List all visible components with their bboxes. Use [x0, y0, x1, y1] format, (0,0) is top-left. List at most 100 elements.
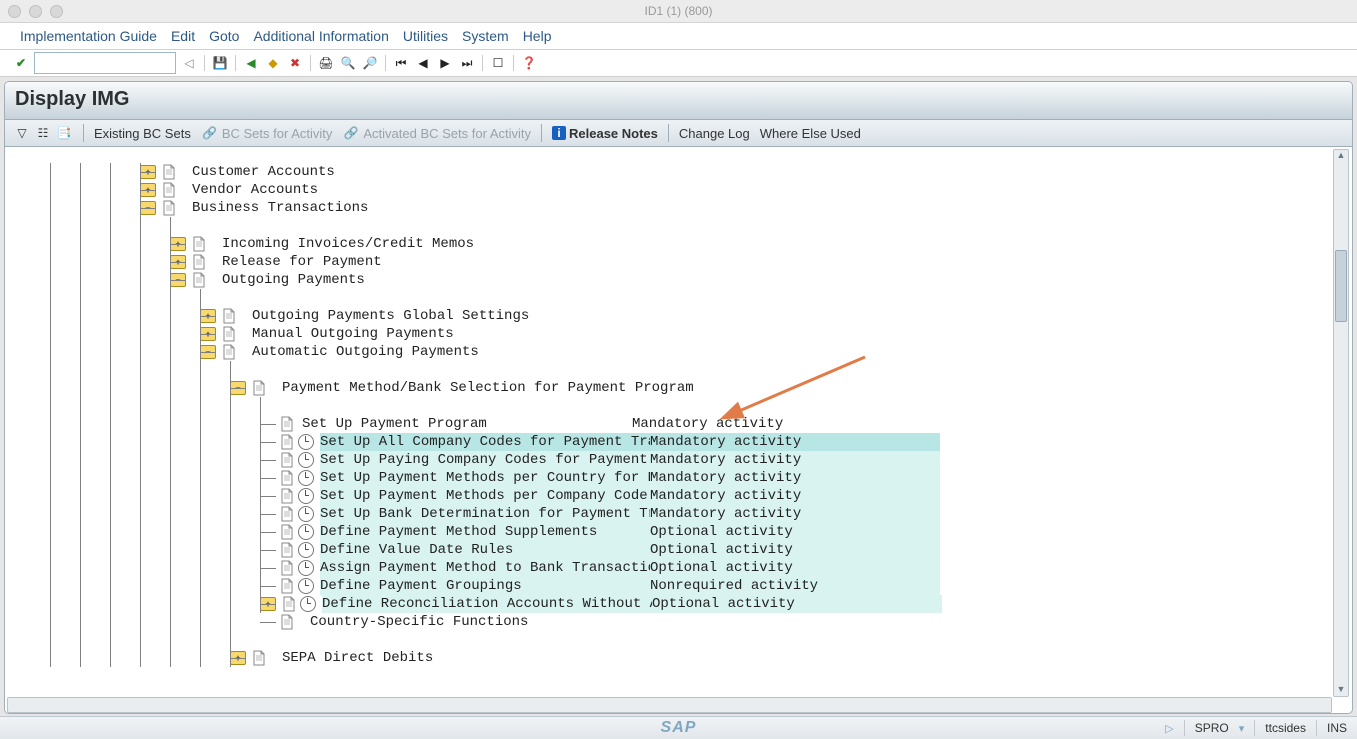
- find-next-icon[interactable]: 🔎: [361, 54, 379, 72]
- help-icon[interactable]: ❓: [520, 54, 538, 72]
- traffic-zoom[interactable]: [50, 5, 63, 18]
- document-icon[interactable]: [280, 542, 294, 558]
- tree-row[interactable]: Country-Specific Functions: [5, 613, 1332, 631]
- tree-row[interactable]: Assign Payment Method to Bank Transactio…: [5, 559, 1332, 577]
- menu-goto[interactable]: Goto: [209, 28, 239, 44]
- back-icon[interactable]: ◀: [242, 54, 260, 72]
- tree-node-label: Set Up Payment Methods per Country for P…: [320, 469, 650, 487]
- document-icon[interactable]: [280, 488, 294, 504]
- execute-icon[interactable]: [298, 560, 314, 576]
- execute-icon[interactable]: [298, 470, 314, 486]
- scrollbar-horizontal[interactable]: [7, 697, 1332, 713]
- document-icon[interactable]: [252, 380, 266, 396]
- tree-row[interactable]: Customer Accounts: [5, 163, 1332, 181]
- tree-row[interactable]: Release for Payment: [5, 253, 1332, 271]
- tree-row[interactable]: Outgoing Payments: [5, 271, 1332, 289]
- document-icon[interactable]: [280, 578, 294, 594]
- execute-icon[interactable]: [298, 488, 314, 504]
- tree-row[interactable]: Define Payment Method SupplementsOptiona…: [5, 523, 1332, 541]
- menu-implementation-guide[interactable]: Implementation Guide: [20, 28, 157, 44]
- document-icon[interactable]: [280, 434, 294, 450]
- tree-row[interactable]: Set Up All Company Codes for Payment Tra…: [5, 433, 1332, 451]
- document-icon[interactable]: [192, 272, 206, 288]
- find-icon[interactable]: 🔍: [339, 54, 357, 72]
- prev-page-icon[interactable]: ◀: [414, 54, 432, 72]
- tree-row[interactable]: Define Payment GroupingsNonrequired acti…: [5, 577, 1332, 595]
- menu-utilities[interactable]: Utilities: [403, 28, 448, 44]
- command-field[interactable]: [34, 52, 176, 74]
- scrollbar-vertical[interactable]: ▲ ▼: [1333, 149, 1349, 697]
- menu-system[interactable]: System: [462, 28, 509, 44]
- next-page-icon[interactable]: ▶: [436, 54, 454, 72]
- traffic-minimize[interactable]: [29, 5, 42, 18]
- document-icon[interactable]: [280, 614, 294, 630]
- document-icon[interactable]: [192, 236, 206, 252]
- cancel-icon[interactable]: ✖: [286, 54, 304, 72]
- tree-row[interactable]: SEPA Direct Debits: [5, 649, 1332, 667]
- tree-row[interactable]: [5, 397, 1332, 415]
- document-icon[interactable]: [280, 560, 294, 576]
- document-icon[interactable]: [162, 164, 176, 180]
- tree-row[interactable]: Set Up Payment Methods per Company Code …: [5, 487, 1332, 505]
- change-log[interactable]: Change Log: [679, 126, 750, 141]
- add-icon[interactable]: 📑: [55, 124, 73, 142]
- tree-icon[interactable]: ☷: [34, 124, 52, 142]
- tree-row[interactable]: Set Up Bank Determination for Payment Tr…: [5, 505, 1332, 523]
- last-page-icon[interactable]: ⏭: [458, 54, 476, 72]
- tree-row[interactable]: [5, 289, 1332, 307]
- document-icon[interactable]: [222, 326, 236, 342]
- document-icon[interactable]: [192, 254, 206, 270]
- save-icon[interactable]: 💾: [211, 54, 229, 72]
- tree-row[interactable]: Outgoing Payments Global Settings: [5, 307, 1332, 325]
- where-else-used[interactable]: Where Else Used: [760, 126, 861, 141]
- img-tree[interactable]: Customer Accounts Vendor Accounts Busine…: [5, 147, 1332, 699]
- first-page-icon[interactable]: ⏮: [392, 54, 410, 72]
- document-icon[interactable]: [162, 200, 176, 216]
- execute-icon[interactable]: [298, 524, 314, 540]
- tree-row[interactable]: [5, 631, 1332, 649]
- tree-row[interactable]: Manual Outgoing Payments: [5, 325, 1332, 343]
- enter-icon[interactable]: ✔: [12, 54, 30, 72]
- tree-row[interactable]: Set Up Payment Methods per Country for P…: [5, 469, 1332, 487]
- document-icon[interactable]: [280, 524, 294, 540]
- document-icon[interactable]: [222, 344, 236, 360]
- tree-row[interactable]: Define Value Date RulesOptional activity: [5, 541, 1332, 559]
- traffic-close[interactable]: [8, 5, 21, 18]
- menu-additional-information[interactable]: Additional Information: [253, 28, 388, 44]
- exit-icon[interactable]: ◆: [264, 54, 282, 72]
- menu-help[interactable]: Help: [523, 28, 552, 44]
- execute-icon[interactable]: [298, 452, 314, 468]
- tree-row[interactable]: [5, 361, 1332, 379]
- document-icon[interactable]: [280, 416, 294, 432]
- tree-row[interactable]: Business Transactions: [5, 199, 1332, 217]
- status-dropdown-icon[interactable]: ▾: [1239, 722, 1245, 735]
- document-icon[interactable]: [222, 308, 236, 324]
- document-icon[interactable]: [280, 452, 294, 468]
- execute-icon[interactable]: [298, 506, 314, 522]
- menu-edit[interactable]: Edit: [171, 28, 195, 44]
- release-notes[interactable]: Release Notes: [569, 126, 658, 141]
- execute-icon[interactable]: [300, 596, 316, 612]
- document-icon[interactable]: [252, 650, 266, 666]
- tree-row[interactable]: Set Up Paying Company Codes for Payment …: [5, 451, 1332, 469]
- execute-icon[interactable]: [298, 434, 314, 450]
- tree-row[interactable]: Vendor Accounts: [5, 181, 1332, 199]
- document-icon[interactable]: [280, 470, 294, 486]
- execute-icon[interactable]: [298, 542, 314, 558]
- tree-row[interactable]: Automatic Outgoing Payments: [5, 343, 1332, 361]
- tree-row[interactable]: Set Up Payment ProgramMandatory activity: [5, 415, 1332, 433]
- execute-icon[interactable]: [298, 578, 314, 594]
- document-icon[interactable]: [280, 506, 294, 522]
- document-icon[interactable]: [162, 182, 176, 198]
- tree-row[interactable]: Incoming Invoices/Credit Memos: [5, 235, 1332, 253]
- status-expand-icon[interactable]: ▷: [1165, 722, 1173, 735]
- existing-bc-sets[interactable]: Existing BC Sets: [94, 126, 191, 141]
- tree-row[interactable]: Define Reconciliation Accounts Without A…: [5, 595, 1332, 613]
- tree-row[interactable]: [5, 217, 1332, 235]
- expand-favorites-icon[interactable]: ▽: [13, 124, 31, 142]
- dropdown-icon[interactable]: ◁: [180, 54, 198, 72]
- tree-row[interactable]: Payment Method/Bank Selection for Paymen…: [5, 379, 1332, 397]
- print-icon[interactable]: 🖨: [317, 54, 335, 72]
- document-icon[interactable]: [282, 596, 296, 612]
- new-session-icon[interactable]: ☐: [489, 54, 507, 72]
